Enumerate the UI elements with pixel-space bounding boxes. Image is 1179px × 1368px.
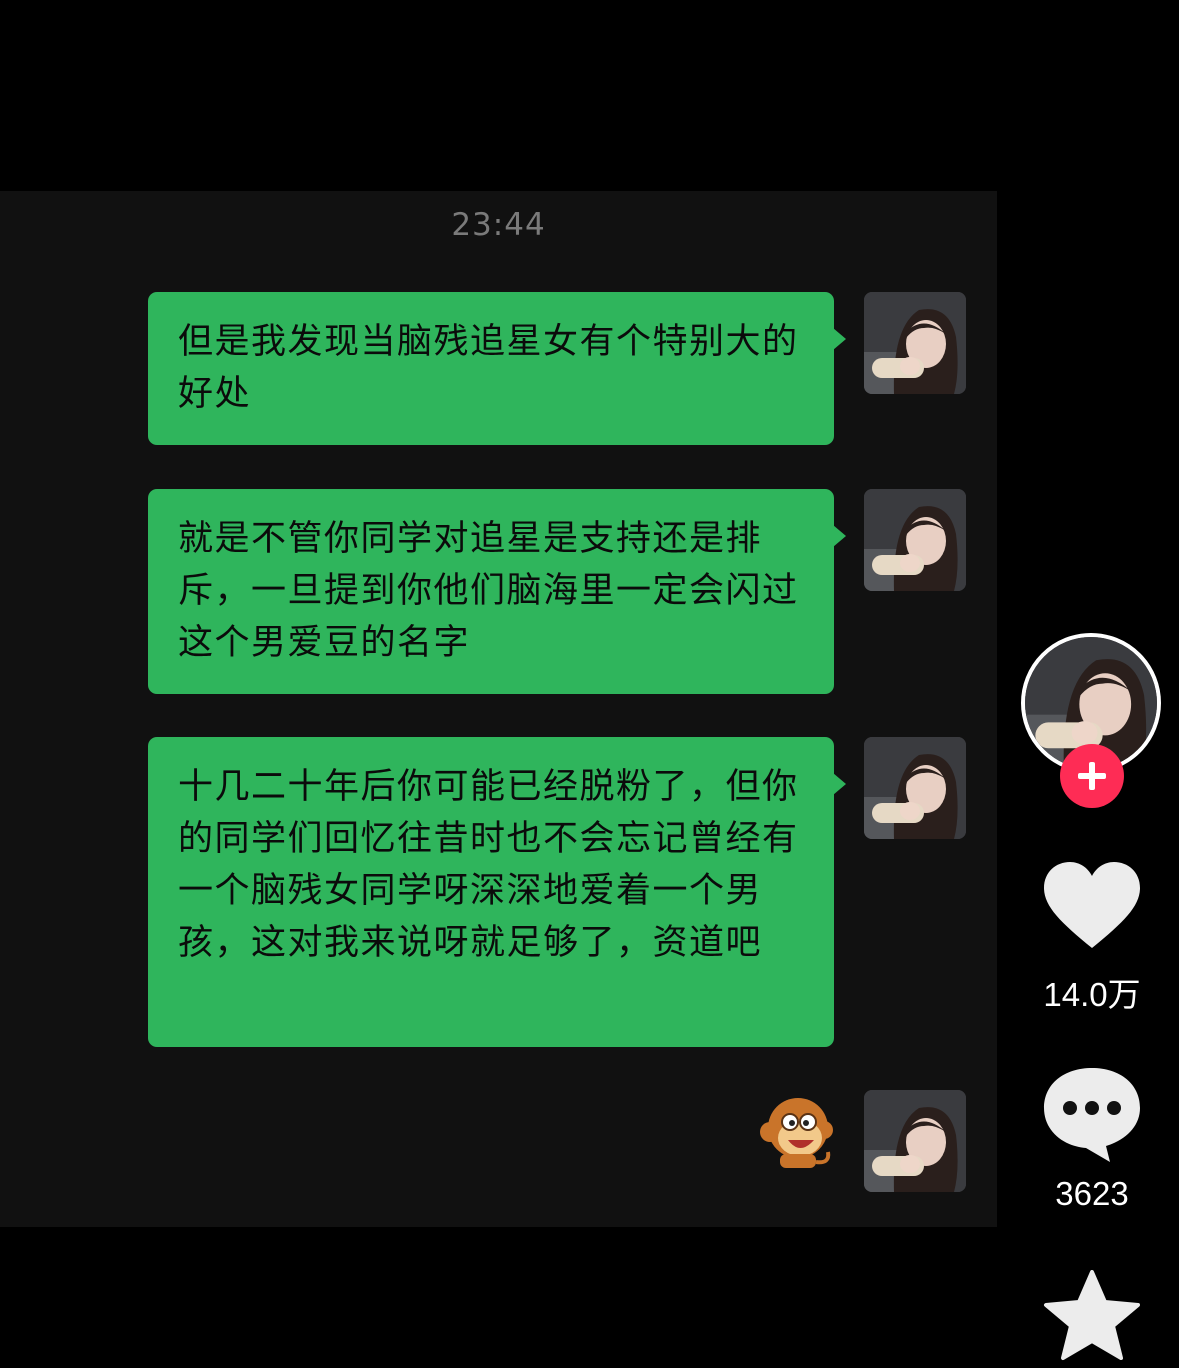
like-count: 14.0万 <box>1043 976 1141 1013</box>
like-button[interactable] <box>1030 858 1154 954</box>
message-timestamp: 23:44 <box>451 207 546 243</box>
star-icon <box>1044 1270 1140 1360</box>
comment-count: 3623 <box>1055 1175 1129 1212</box>
comment-icon <box>1044 1068 1140 1162</box>
message-bubble: 十几二十年后你可能已经脱粉了，但你的同学们回忆往昔时也不会忘记曾经有一个脑残女同… <box>148 737 846 1047</box>
favorite-button[interactable] <box>1030 1270 1154 1362</box>
monkey-sticker-icon <box>758 1092 838 1172</box>
sender-avatar <box>864 1090 966 1192</box>
sender-avatar <box>864 489 966 591</box>
heart-icon <box>1044 862 1140 948</box>
follow-plus-button[interactable] <box>1060 744 1124 808</box>
chat-screenshot-panel: 23:44 但是我发现当脑残追星女有个特别大的好处 就是不管你同学对追星是支持还… <box>0 191 997 1227</box>
sender-avatar <box>864 737 966 839</box>
message-bubble: 就是不管你同学对追星是支持还是排斥，一旦提到你他们脑海里一定会闪过这个男爱豆的名… <box>148 489 846 694</box>
sender-avatar <box>864 292 966 394</box>
message-bubble: 但是我发现当脑残追星女有个特别大的好处 <box>148 292 846 445</box>
comment-button[interactable] <box>1030 1064 1154 1164</box>
